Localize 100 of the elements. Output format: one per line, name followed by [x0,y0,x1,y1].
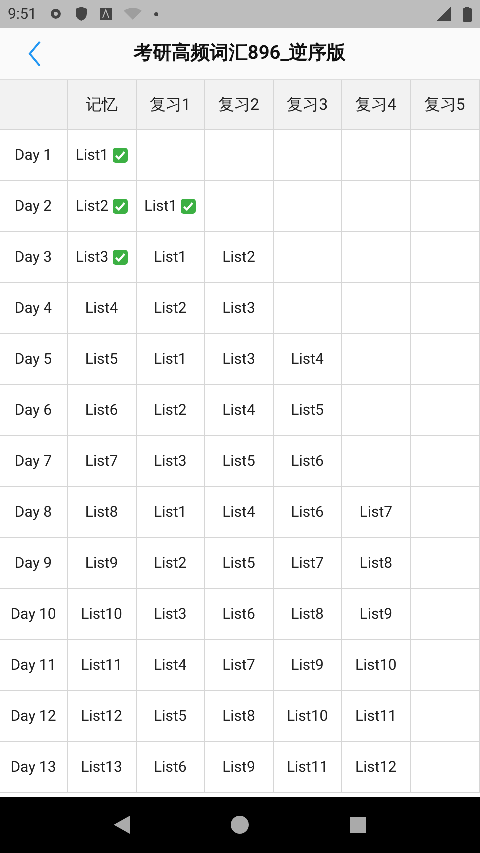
table-cell: List11 [342,691,411,742]
column-header: 复习5 [410,80,480,130]
empty-cell [136,130,206,181]
row-header: Day 5 [0,334,68,385]
table-cell: List8 [274,589,342,640]
table-cell: List12 [68,691,137,742]
table-cell: List4 [205,385,274,436]
empty-cell [342,334,411,385]
back-icon [28,40,42,66]
table-cell: List2 [68,181,137,232]
table-cell: List1 [136,487,206,538]
row-header: Day 4 [0,283,68,334]
row-header: Day 10 [0,589,68,640]
row-header: Day 1 [0,130,68,181]
signal-icon [437,7,451,21]
empty-cell [342,130,411,181]
table-cell: List9 [68,538,137,589]
table-cell: List6 [205,589,274,640]
empty-cell [410,691,480,742]
table-cell: List3 [136,589,206,640]
home-nav-icon[interactable] [230,816,249,834]
font-icon [100,8,112,20]
empty-cell [410,385,480,436]
empty-cell [410,538,480,589]
table-cell: List6 [136,742,206,793]
dot-icon [154,12,159,16]
table-cell: List8 [205,691,274,742]
row-header: Day 13 [0,742,68,793]
status-time: 9:51 [8,4,37,25]
table-cell: List5 [136,691,206,742]
empty-cell [410,130,480,181]
table-cell: List9 [205,742,274,793]
table-cell: List12 [342,742,411,793]
table-cell: List11 [274,742,342,793]
empty-cell [410,487,480,538]
table-cell: List9 [274,640,342,691]
empty-cell [410,283,480,334]
table-cell: List7 [274,538,342,589]
empty-cell [410,436,480,487]
table-cell: List1 [136,181,206,232]
column-header: 复习4 [342,80,411,130]
table-cell: List3 [205,334,274,385]
table-cell: List10 [68,589,137,640]
table-cell: List6 [274,436,342,487]
table-cell: List7 [68,436,137,487]
table-cell: List7 [205,640,274,691]
empty-cell [274,232,342,283]
table-cell: List5 [205,538,274,589]
row-header: Day 3 [0,232,68,283]
page-title: 考研高频词汇896_逆序版 [132,40,348,66]
table-cell: List6 [274,487,342,538]
row-header: Day 12 [0,691,68,742]
table-cell: List2 [136,283,206,334]
shield-icon [74,7,88,21]
empty-cell [410,334,480,385]
empty-cell [274,181,342,232]
table-cell: List4 [136,640,206,691]
table-cell: List5 [274,385,342,436]
empty-cell [205,181,274,232]
wifi-icon [124,8,142,20]
row-header: Day 6 [0,385,68,436]
table-cell: List5 [68,334,137,385]
table-cell: List2 [136,385,206,436]
column-header: 记忆 [68,80,137,130]
empty-cell [342,181,411,232]
table-cell: List3 [205,283,274,334]
table-cell: List9 [342,589,411,640]
table-cell: List2 [205,232,274,283]
table-cell: List13 [68,742,137,793]
empty-cell [205,130,274,181]
recents-nav-icon[interactable] [350,817,366,833]
column-header: 复习1 [136,80,206,130]
row-header: Day 8 [0,487,68,538]
table-cell: List10 [274,691,342,742]
empty-cell [410,181,480,232]
table-cell: List10 [342,640,411,691]
battery-icon [463,6,472,22]
column-header: 复习2 [205,80,274,130]
empty-cell [274,283,342,334]
table-cell: List4 [205,487,274,538]
table-cell: List4 [274,334,342,385]
table-cell: List8 [68,487,137,538]
empty-cell [410,232,480,283]
table-cell: List6 [68,385,137,436]
row-header: Day 11 [0,640,68,691]
empty-cell [410,589,480,640]
table-cell: List1 [136,232,206,283]
table-cell: List1 [136,334,206,385]
empty-cell [342,232,411,283]
table-cell: List11 [68,640,137,691]
table-cell: List2 [136,538,206,589]
empty-cell [410,640,480,691]
empty-cell [410,742,480,793]
back-nav-icon[interactable] [114,816,130,834]
column-header: 复习3 [274,80,342,130]
table-cell: List3 [136,436,206,487]
table-cell: List7 [342,487,411,538]
empty-cell [342,385,411,436]
empty-cell [274,130,342,181]
table-cell: List1 [68,130,137,181]
